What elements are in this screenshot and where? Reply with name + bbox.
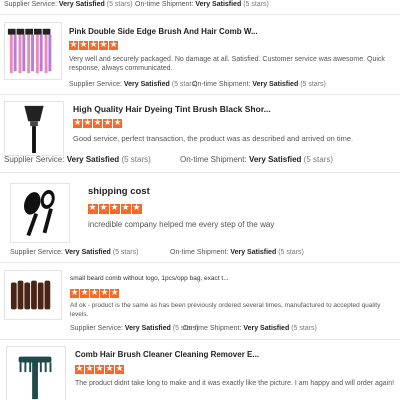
review-comment: Good service, perfect transaction, the p…	[73, 134, 354, 143]
review-comment: All ok - product is the same as has been…	[70, 302, 381, 318]
review-divider	[0, 94, 400, 95]
star-icon	[110, 287, 119, 299]
rating-stars	[73, 117, 122, 129]
rating-stars	[70, 287, 119, 299]
review-product-title[interactable]: small beard comb without logo, 1pcs/opp …	[70, 275, 229, 282]
star-icon	[75, 363, 84, 375]
star-icon	[121, 202, 131, 214]
star-icon	[105, 363, 114, 375]
feedback-page: { "reviews": [ { "supplier_label": "Supp…	[0, 0, 400, 400]
star-icon	[100, 287, 109, 299]
star-icon	[69, 39, 78, 51]
rating-stars	[88, 202, 142, 214]
star-icon	[70, 287, 79, 299]
brush-cleaner-image[interactable]	[6, 346, 66, 400]
shipment-line: On-time Shipment: Very Satisfied (5 star…	[192, 81, 326, 88]
review-divider	[0, 14, 400, 15]
supplier-service-line: Supplier Service: Very Satisfied (5 star…	[4, 155, 151, 164]
star-icon	[110, 202, 120, 214]
star-icon	[79, 39, 88, 51]
pink-comb-set-image[interactable]	[4, 22, 62, 80]
supplier-service-line: Supplier Service: Very Satisfied (5 star…	[69, 81, 198, 88]
star-icon	[89, 39, 98, 51]
review-product-title[interactable]: Pink Double Side Edge Brush And Hair Com…	[69, 27, 258, 36]
review-divider	[0, 339, 400, 340]
star-icon	[99, 39, 108, 51]
review-divider	[0, 262, 400, 263]
star-icon	[115, 363, 124, 375]
tint-brush-image[interactable]	[4, 101, 64, 156]
star-icon	[113, 117, 122, 129]
star-icon	[85, 363, 94, 375]
supplier-service-line: Supplier Service: Very Satisfied (5 star…	[10, 249, 139, 256]
star-icon	[73, 117, 82, 129]
oval-paddle-brush-image[interactable]	[10, 183, 70, 243]
shipment-line: On-time Shipment: Very Satisfied (5 star…	[183, 325, 317, 332]
review-product-title[interactable]: High Quality Hair Dyeing Tint Brush Blac…	[73, 104, 271, 114]
star-icon	[80, 287, 89, 299]
star-icon	[95, 363, 104, 375]
review-divider	[0, 172, 400, 173]
shipment-line: On-time Shipment: Very Satisfied (5 star…	[170, 249, 304, 256]
supplier-service-line: Supplier Service: Very Satisfied (5 star…	[70, 325, 199, 332]
review-product-title[interactable]: Comb Hair Brush Cleaner Cleaning Remover…	[75, 350, 259, 359]
star-icon	[103, 117, 112, 129]
star-icon	[93, 117, 102, 129]
star-icon	[99, 202, 109, 214]
star-icon	[132, 202, 142, 214]
shipment-line: On-time Shipment: Very Satisfied (5 star…	[135, 1, 269, 8]
rating-stars	[75, 363, 124, 375]
review-product-title[interactable]: shipping cost	[88, 186, 150, 197]
star-icon	[83, 117, 92, 129]
supplier-service-line: Supplier Service: Very Satisfied (5 star…	[4, 1, 133, 8]
review-comment: incredible company helped me every step …	[88, 220, 275, 229]
review-comment: Very well and securely packaged. No dama…	[69, 56, 385, 73]
rating-stars	[69, 39, 118, 51]
star-icon	[90, 287, 99, 299]
star-icon	[109, 39, 118, 51]
beard-comb-set-image[interactable]	[4, 270, 62, 320]
review-comment: The product didnt take long to make and …	[75, 380, 395, 387]
star-icon	[88, 202, 98, 214]
shipment-line: On-time Shipment: Very Satisfied (5 star…	[180, 155, 333, 164]
